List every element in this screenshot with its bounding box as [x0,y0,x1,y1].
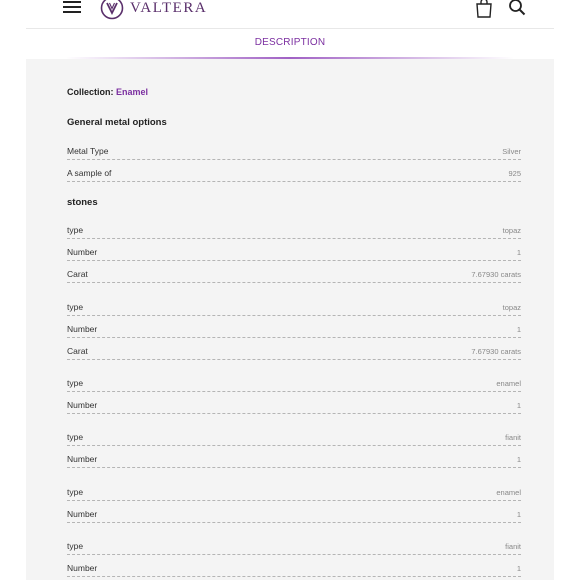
spec-value: enamel [496,379,521,388]
spec-label: Metal Type [67,146,109,156]
spec-row: Number 1 [67,452,521,469]
spec-label: Number [67,324,98,335]
description-panel: Collection: Enamel General metal options… [26,59,554,580]
spec-label: Number [67,509,98,520]
spec-label: type [67,225,84,235]
spec-row: type topaz [67,300,521,316]
spec-value: 925 [508,169,521,178]
spec-row: Number 1 [67,245,521,262]
spec-row: type fianit [67,539,521,555]
collection-link[interactable]: Enamel [116,87,148,97]
spec-label: type [67,541,84,551]
spec-row: Number 1 [67,561,521,578]
spec-label: type [67,378,84,388]
spec-value: fianit [505,433,521,442]
shopping-bag-icon[interactable] [474,0,494,18]
site-header: VALTERA [0,0,580,28]
spec-row: Carat 7.67930 carats [67,344,521,361]
stones-title: stones [67,197,98,208]
spec-value: topaz [502,303,521,312]
spec-value: 1 [516,325,521,335]
spec-value: 1 [516,455,521,465]
spec-label: Carat [67,269,88,280]
tab-description[interactable]: DESCRIPTION [26,37,554,48]
spec-label: Number [67,400,98,411]
search-icon[interactable] [508,0,526,16]
spec-value: Silver [502,147,521,156]
spec-value: 7.67930 carats [471,270,521,280]
menu-icon[interactable] [63,1,81,15]
spec-label: type [67,302,84,312]
brand-name: VALTERA [130,0,208,16]
spec-label: Carat [67,346,88,357]
spec-row: type enamel [67,485,521,501]
spec-value: 7.67930 carats [471,347,521,357]
spec-row: Number 1 [67,398,521,415]
spec-row: Carat 7.67930 carats [67,267,521,284]
collection-line: Collection: Enamel [67,87,148,97]
spec-label: A sample of [67,168,112,178]
collection-label: Collection: [67,87,114,97]
spec-label: Number [67,247,98,258]
spec-row: A sample of 925 [67,166,521,182]
spec-label: Number [67,563,98,574]
valtera-logo-icon [100,0,124,20]
spec-value: 1 [516,564,521,574]
spec-row: Number 1 [67,507,521,524]
spec-value: 1 [516,401,521,411]
spec-label: type [67,487,84,497]
spec-value: fianit [505,542,521,551]
tab-bar: DESCRIPTION [26,28,554,59]
spec-value: topaz [502,226,521,235]
spec-label: type [67,432,84,442]
spec-value: 1 [516,510,521,520]
spec-label: Number [67,454,98,465]
spec-row: type enamel [67,376,521,392]
brand-logo[interactable]: VALTERA [100,0,207,20]
spec-value: 1 [516,248,521,258]
spec-row: Metal Type Silver [67,144,521,160]
spec-row: type topaz [67,223,521,239]
general-metal-title: General metal options [67,117,167,128]
spec-row: type fianit [67,430,521,446]
spec-value: enamel [496,488,521,497]
spec-row: Number 1 [67,322,521,339]
